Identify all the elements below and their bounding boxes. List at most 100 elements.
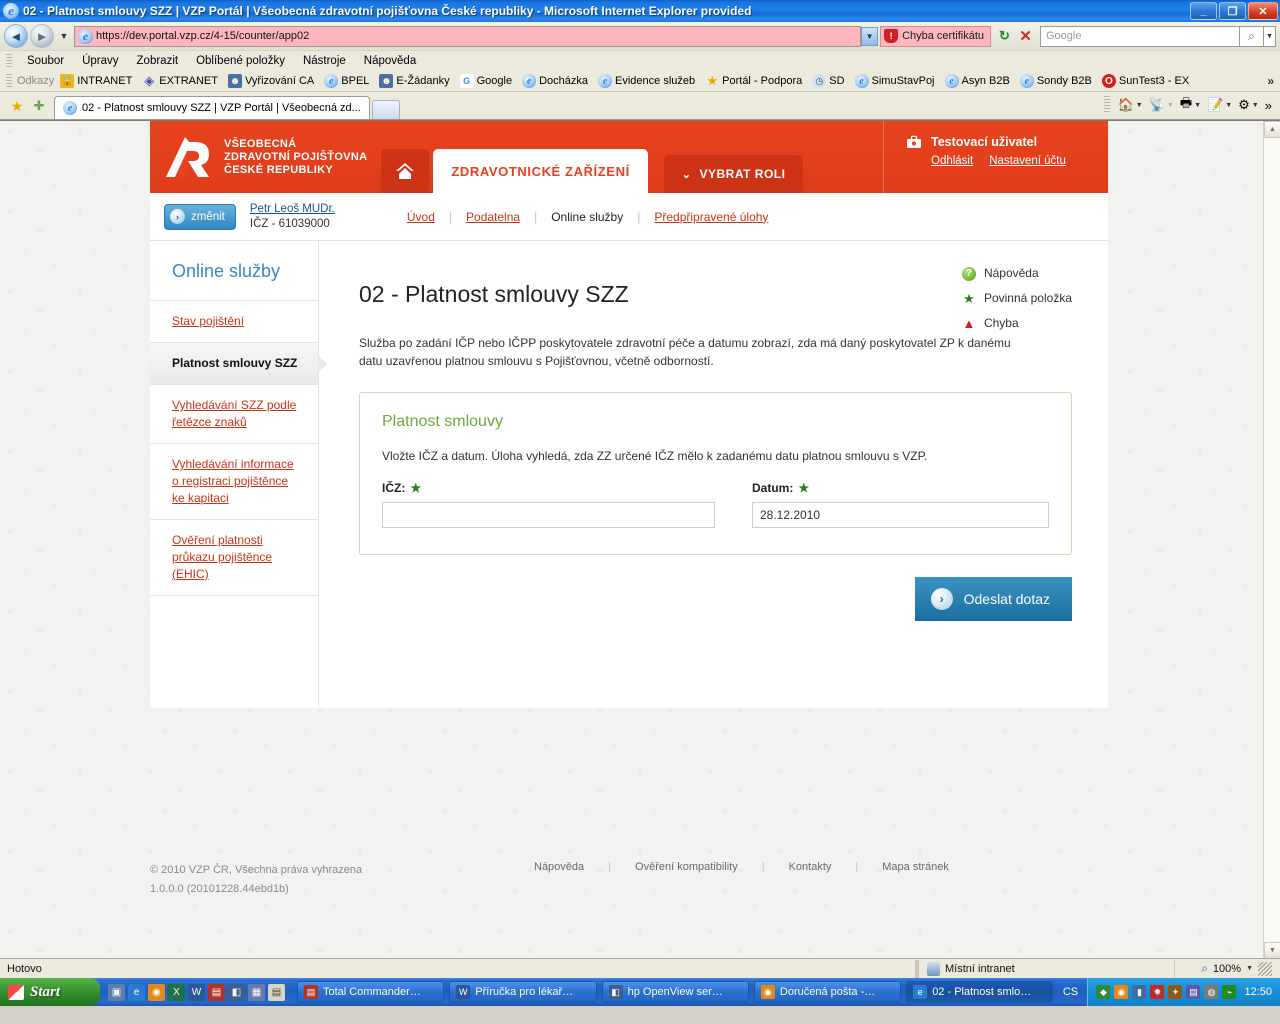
app2-icon[interactable]: ▦: [248, 983, 265, 1001]
search-provider-dropdown-icon[interactable]: ▼: [1264, 25, 1276, 47]
page-icon[interactable]: 📝 ▼: [1205, 97, 1234, 113]
word-icon[interactable]: W: [188, 983, 205, 1001]
footer-link-mapa-stranek[interactable]: Mapa stránek: [858, 861, 973, 873]
totalcmd-icon[interactable]: ▤: [208, 983, 225, 1001]
breadcrumb-item-podatelna[interactable]: Podatelna: [452, 210, 534, 224]
link-suntest3-ex[interactable]: O SunTest3 - EX: [1101, 74, 1189, 88]
scroll-down-button[interactable]: ▼: [1264, 942, 1280, 958]
scroll-up-button[interactable]: ▲: [1264, 121, 1280, 138]
link-bpel[interactable]: e BPEL: [324, 74, 369, 88]
notepad-icon[interactable]: ▤: [268, 983, 285, 1001]
tray-icon-3[interactable]: ▮: [1132, 985, 1147, 999]
add-favorite-icon[interactable]: ✚: [28, 95, 50, 117]
tray-icon-8[interactable]: ⌁: [1222, 985, 1237, 999]
sidebar-item-vyhledavani-szz[interactable]: Vyhledávání SZZ podle řetězce znaků: [150, 385, 318, 444]
links-overflow-button[interactable]: »: [1267, 74, 1274, 88]
language-bar[interactable]: CS: [1053, 986, 1087, 998]
forward-button[interactable]: ►: [30, 24, 54, 48]
start-button[interactable]: Start: [0, 978, 100, 1006]
taskbar-item-hp-openview[interactable]: ◧ hp OpenView ser…: [601, 981, 749, 1003]
taskbar-item-dorucena-posta[interactable]: ◉ Doručená pošta -…: [753, 981, 902, 1003]
minimize-button[interactable]: _: [1190, 2, 1217, 20]
browser-tab-active[interactable]: e 02 - Platnost smlouvy SZZ | VZP Portál…: [54, 96, 370, 119]
certificate-error-button[interactable]: ! Chyba certifikátu: [880, 25, 991, 47]
icz-input[interactable]: [382, 502, 715, 528]
close-button[interactable]: ✕: [1248, 2, 1278, 20]
address-input[interactable]: e https://dev.portal.vzp.cz/4-15/counter…: [74, 25, 862, 47]
logout-link[interactable]: Odhlásit: [931, 155, 973, 167]
tray-icon-7[interactable]: ◍: [1204, 985, 1219, 999]
new-tab-button[interactable]: [371, 100, 400, 119]
breadcrumb-item-online-sluzby[interactable]: Online služby: [537, 210, 637, 224]
maximize-button[interactable]: ❐: [1219, 2, 1246, 20]
link-simustavpoj[interactable]: e SimuStavPoj: [854, 74, 935, 88]
address-dropdown-button[interactable]: ▼: [861, 26, 879, 46]
taskbar-item-total-commander[interactable]: ▤ Total Commander…: [297, 981, 445, 1003]
tray-icon-1[interactable]: ◆: [1096, 985, 1111, 999]
link-sd[interactable]: ◷ SD: [812, 74, 845, 88]
toolbar-overflow-button[interactable]: »: [1263, 98, 1274, 113]
link-extranet[interactable]: ◈ EXTRANET: [142, 73, 218, 88]
show-desktop-icon[interactable]: ▣: [108, 983, 125, 1001]
link-portal-podpora[interactable]: ★ Portál - Podpora: [705, 73, 802, 88]
links-grip-handle[interactable]: [6, 74, 12, 88]
menu-item-zobrazit[interactable]: Zobrazit: [128, 55, 188, 67]
link-asyn-b2b[interactable]: e Asyn B2B: [944, 74, 1010, 88]
app-icon[interactable]: ◧: [228, 983, 245, 1001]
menu-item-upravy[interactable]: Úpravy: [73, 55, 127, 67]
change-role-button[interactable]: › změnit: [164, 203, 236, 230]
search-go-icon[interactable]: ⌕: [1240, 25, 1264, 47]
feeds-icon[interactable]: 📡 ▼: [1147, 97, 1176, 113]
link-evidence-sluzeb[interactable]: e Evidence služeb: [598, 74, 695, 88]
menu-item-soubor[interactable]: Soubor: [18, 55, 73, 67]
sidebar-item-stav-pojisteni[interactable]: Stav pojištění: [150, 301, 318, 343]
person-name-link[interactable]: Petr Leoš MUDr.: [250, 203, 335, 215]
select-role-button[interactable]: ⌄ VYBRAT ROLI: [663, 155, 804, 193]
taskbar-item-prirucka-pro-lekare[interactable]: W Příručka pro lékař…: [449, 981, 597, 1003]
stop-button[interactable]: ✕: [1015, 26, 1036, 47]
menu-item-napoveda[interactable]: Nápověda: [355, 55, 425, 67]
menu-grip-handle[interactable]: [6, 54, 12, 68]
ie-icon[interactable]: e: [128, 983, 145, 1001]
datum-input[interactable]: [752, 502, 1049, 528]
taskbar-item-platnost-smlouvy[interactable]: e 02 - Platnost smlo…: [906, 981, 1054, 1003]
breadcrumb-item-predpripravene-ulohy[interactable]: Předpřipravené úlohy: [640, 210, 782, 224]
link-sondy-b2b[interactable]: e Sondy B2B: [1019, 74, 1092, 88]
security-zone[interactable]: Místní intranet: [919, 961, 1174, 976]
menu-item-nastroje[interactable]: Nástroje: [294, 55, 355, 67]
site-logo[interactable]: VŠEOBECNÁ ZDRAVOTNÍ POJIŠŤOVNA ČESKÉ REP…: [150, 121, 367, 193]
tray-icon-4[interactable]: ✹: [1150, 985, 1165, 999]
sidebar-item-platnost-smlouvy-szz[interactable]: Platnost smlouvy SZZ: [150, 343, 327, 385]
clock[interactable]: 12:50: [1244, 986, 1272, 998]
tools-gear-icon[interactable]: ⚙ ▼: [1236, 97, 1261, 113]
back-button[interactable]: ◄: [4, 24, 28, 48]
refresh-button[interactable]: ↻: [994, 26, 1015, 47]
link-intranet[interactable]: 🔒 INTRANET: [60, 74, 132, 88]
link-google[interactable]: G Google: [459, 74, 512, 88]
footer-link-napoveda[interactable]: Nápověda: [510, 861, 608, 873]
excel-icon[interactable]: X: [168, 983, 185, 1001]
footer-link-overeni-kompatibility[interactable]: Ověření kompatibility: [611, 861, 762, 873]
print-icon[interactable]: 🖶 ▼: [1178, 94, 1203, 116]
account-settings-link[interactable]: Nastavení účtu: [989, 155, 1066, 167]
search-input[interactable]: Google: [1040, 25, 1240, 47]
submit-query-button[interactable]: › Odeslat dotaz: [914, 577, 1072, 621]
breadcrumb-item-uvod[interactable]: Úvod: [393, 210, 449, 224]
media-icon[interactable]: ◉: [148, 983, 165, 1001]
sidebar-item-vyhledavani-registrace-kapitace[interactable]: Vyhledávání informace o registraci pojiš…: [150, 444, 318, 520]
tray-icon-6[interactable]: ▤: [1186, 985, 1201, 999]
favorites-star-icon[interactable]: ★: [6, 95, 28, 117]
link-e-zadanky[interactable]: ☻ E-Žádanky: [379, 74, 450, 88]
footer-link-kontakty[interactable]: Kontakty: [765, 861, 856, 873]
menu-item-oblibene-polozky[interactable]: Oblíbené položky: [187, 55, 294, 67]
recent-pages-dropdown-icon[interactable]: ▼: [58, 31, 70, 41]
link-vyrizovani-ca[interactable]: ☻ Vyřizování CA: [227, 74, 314, 88]
tray-icon-2[interactable]: ◉: [1114, 985, 1129, 999]
site-home-tab[interactable]: [381, 149, 430, 193]
tray-icon-5[interactable]: ✦: [1168, 985, 1183, 999]
home-icon[interactable]: 🏠 ▼: [1116, 97, 1145, 113]
sidebar-item-overeni-ehic[interactable]: Ověření platnosti průkazu pojištěnce (EH…: [150, 520, 318, 596]
resize-grip-icon[interactable]: [1258, 961, 1272, 976]
tools-grip-handle[interactable]: [1103, 96, 1110, 112]
vertical-scrollbar[interactable]: ▲ ▼: [1263, 121, 1280, 958]
